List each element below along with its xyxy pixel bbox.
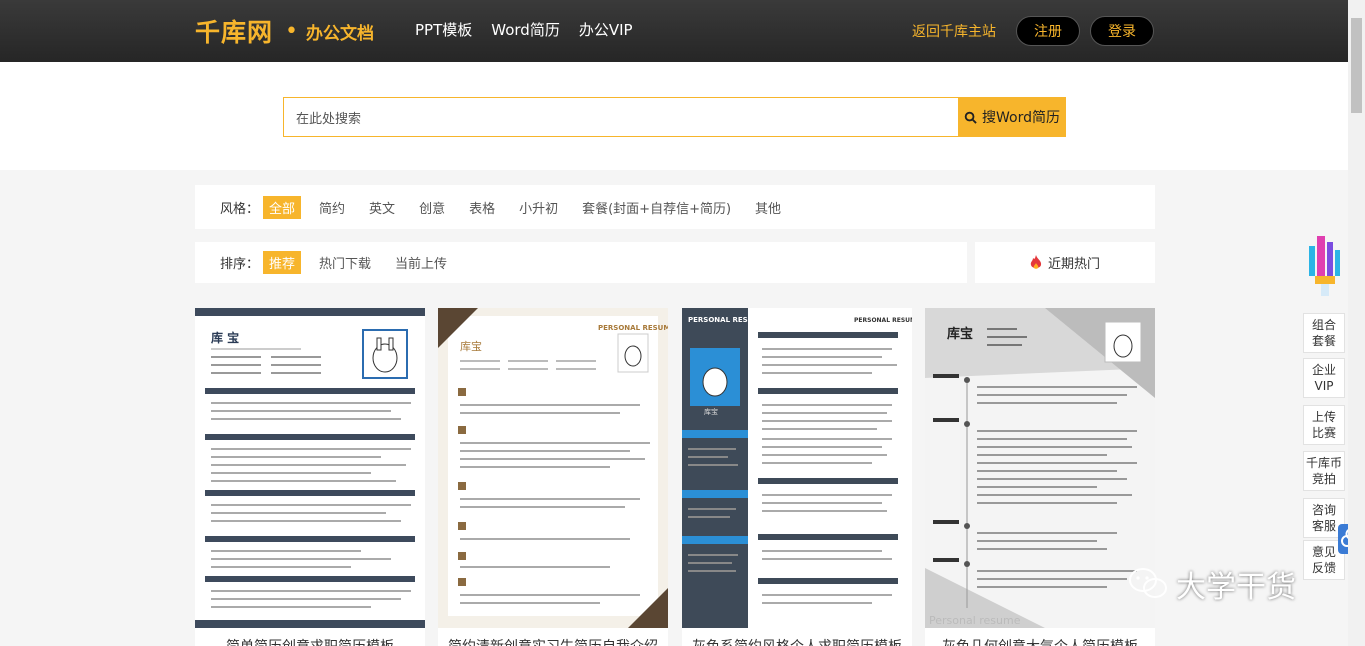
watermark-text: 大学干货 xyxy=(1176,570,1296,605)
page-scrollbar-thumb[interactable] xyxy=(1351,18,1362,113)
card-title[interactable]: 灰色几何创意大气个人简历模板 xyxy=(925,636,1155,646)
card-title[interactable]: 简约清新创意实习生简历自我介绍 xyxy=(438,636,668,646)
nav-office-vip[interactable]: 办公VIP xyxy=(579,19,633,40)
resume-thumbnail: PERSONAL RESUME 库宝 PERSONAL RESUME xyxy=(682,308,912,628)
card-resume-name: 库 宝 xyxy=(211,330,239,345)
resume-thumbnail: 库 宝 xyxy=(195,308,425,628)
mascot-rocket-icon[interactable] xyxy=(1303,228,1345,298)
side-coin-auction[interactable]: 千库币 竞拍 xyxy=(1303,451,1345,491)
style-filter-bar: 风格： 全部 简约 英文 创意 表格 小升初 套餐(封面+自荐信+简历) 其他 xyxy=(195,185,1155,229)
card-badge: PERSONAL RESUME xyxy=(688,316,765,324)
login-button[interactable]: 登录 xyxy=(1090,16,1154,46)
card-resume-name: 库宝 xyxy=(704,407,718,416)
search-section: 在此处搜索 搜Word简历 xyxy=(0,62,1365,170)
register-button[interactable]: 注册 xyxy=(1016,16,1080,46)
card-resume-name: 库宝 xyxy=(947,326,973,342)
sort-tag-popular-downloads[interactable]: 热门下载 xyxy=(313,251,377,274)
side-label: 企业 VIP xyxy=(1311,363,1336,393)
style-tag-table[interactable]: 表格 xyxy=(463,196,501,219)
nav-ppt-templates[interactable]: PPT模板 xyxy=(415,19,472,40)
sort-tag-recommended[interactable]: 推荐 xyxy=(263,251,302,274)
back-to-main-site-link[interactable]: 返回千库主站 xyxy=(912,21,996,41)
resume-card[interactable]: PERSONAL RESUME 库宝 简约清新创意实习生简历自我介绍 xyxy=(438,308,668,646)
card-title[interactable]: 简单简历创意求职简历模板 xyxy=(195,636,425,646)
resume-card[interactable]: 库宝 Personal resume 灰色几何创意大气个人简历模板 xyxy=(925,308,1155,646)
wechat-icon xyxy=(1129,568,1167,598)
style-tag-primary-to-middle[interactable]: 小升初 xyxy=(513,196,564,219)
style-tag-other[interactable]: 其他 xyxy=(749,196,787,219)
side-combo-package[interactable]: 组合 套餐 xyxy=(1303,313,1345,353)
side-enterprise-vip[interactable]: 企业 VIP xyxy=(1303,358,1345,398)
watermark: 大学干货 xyxy=(1128,562,1296,606)
svg-text:PERSONAL RESUME: PERSONAL RESUME xyxy=(854,317,912,324)
logo-subtitle: 办公文档 xyxy=(306,23,374,44)
resume-thumbnail: PERSONAL RESUME 库宝 xyxy=(438,308,668,628)
site-logo[interactable]: 千库网 • 办公文档 xyxy=(195,14,374,48)
side-label: 咨询 客服 xyxy=(1311,503,1336,533)
resume-thumbnail: 库宝 Personal resume xyxy=(925,308,1155,628)
search-placeholder: 在此处搜索 xyxy=(296,111,362,127)
style-tag-all[interactable]: 全部 xyxy=(263,195,302,219)
recent-hot-button[interactable]: 近期热门 xyxy=(975,242,1155,283)
side-label: 组合 套餐 xyxy=(1311,318,1336,348)
sort-filter-label: 排序： xyxy=(220,257,260,272)
sort-filter-bar: 排序： 推荐 热门下载 当前上传 xyxy=(195,242,967,283)
side-upload-contest[interactable]: 上传 比赛 xyxy=(1303,405,1345,445)
logo-text: 千库网 xyxy=(195,18,274,47)
main-nav: PPT模板 Word简历 办公VIP xyxy=(415,19,633,40)
style-tag-simple[interactable]: 简约 xyxy=(313,196,351,219)
nav-word-resume[interactable]: Word简历 xyxy=(491,19,560,40)
resume-card[interactable]: 库 宝 简单简历创意求职简历模板 xyxy=(195,308,425,646)
card-badge: Personal resume xyxy=(929,614,1021,627)
search-button[interactable]: 搜Word简历 xyxy=(958,97,1066,137)
style-tag-creative[interactable]: 创意 xyxy=(413,196,451,219)
side-label: 上传 比赛 xyxy=(1311,410,1336,440)
card-title[interactable]: 灰色系简约风格个人求职简历模板 xyxy=(682,636,912,646)
resume-card[interactable]: PERSONAL RESUME 库宝 PERSONAL RESUME 灰色系简约… xyxy=(682,308,912,646)
card-badge: PERSONAL RESUME xyxy=(598,324,668,332)
side-label: 意见 反馈 xyxy=(1311,545,1336,575)
sort-tag-recent-upload[interactable]: 当前上传 xyxy=(389,251,453,274)
search-icon xyxy=(964,111,977,124)
logo-dot: • xyxy=(285,18,298,44)
card-resume-name: 库宝 xyxy=(460,339,482,353)
style-filter-label: 风格： xyxy=(220,201,260,217)
style-tag-bundle[interactable]: 套餐(封面+自荐信+简历) xyxy=(576,196,737,219)
side-label: 千库币 竞拍 xyxy=(1305,456,1342,486)
fire-icon xyxy=(1030,255,1042,269)
style-tag-english[interactable]: 英文 xyxy=(363,196,401,219)
top-navigation-bar: 千库网 • 办公文档 PPT模板 Word简历 办公VIP 返回千库主站 注册 … xyxy=(0,0,1365,62)
search-button-label: 搜Word简历 xyxy=(982,110,1060,126)
recent-hot-label: 近期热门 xyxy=(1047,257,1100,272)
search-input[interactable]: 在此处搜索 xyxy=(283,97,959,137)
